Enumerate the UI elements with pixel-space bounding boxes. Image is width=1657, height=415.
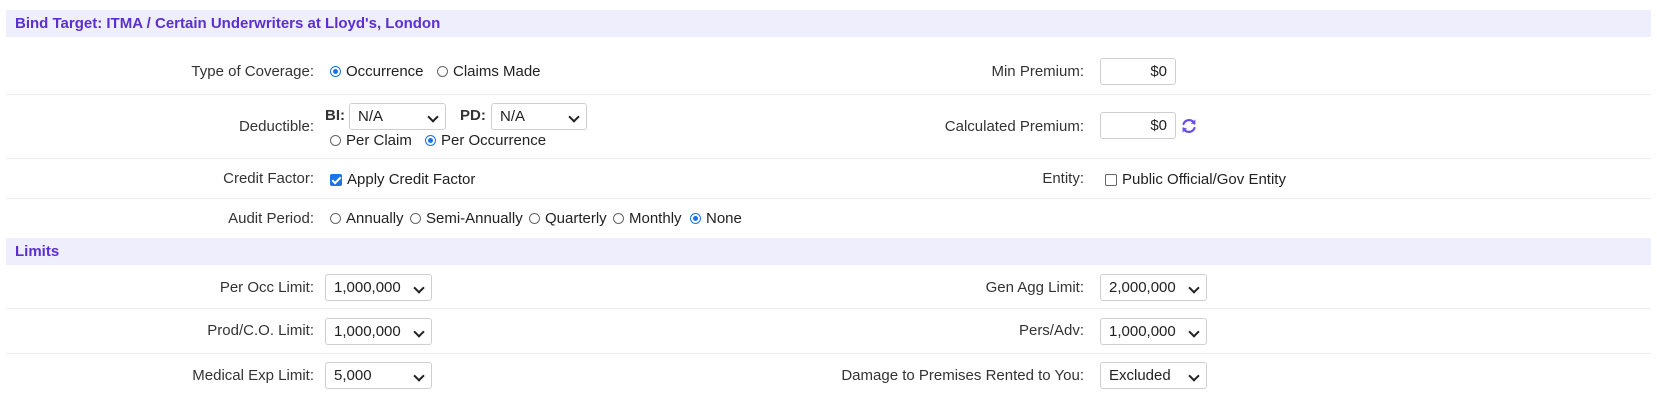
quarterly-label: Quarterly — [545, 210, 607, 227]
refresh-icon[interactable] — [1180, 117, 1198, 135]
limits-row-3: Medical Exp Limit: 5,000 Damage to Premi… — [6, 354, 1651, 398]
credit-factor-row: Credit Factor: Apply Credit Factor Entit… — [6, 159, 1651, 199]
public-official-option[interactable]: Public Official/Gov Entity — [1105, 171, 1286, 188]
pers-adv-label: Pers/Adv: — [1018, 322, 1084, 339]
public-official-label: Public Official/Gov Entity — [1122, 171, 1286, 188]
audit-semi-annually-option[interactable]: Semi-Annually — [410, 210, 523, 227]
apply-credit-factor-label: Apply Credit Factor — [347, 171, 476, 188]
calculated-premium-label: Calculated Premium: — [944, 118, 1084, 135]
per-claim-label: Per Claim — [346, 132, 412, 149]
gen-agg-limit-select[interactable]: 2,000,000 — [1100, 274, 1207, 301]
coverage-row: Type of Coverage: Occurrence Claims Made… — [6, 50, 1651, 95]
annually-radio[interactable] — [330, 213, 341, 224]
gen-agg-limit-value: 2,000,000 — [1109, 279, 1176, 296]
chevron-down-icon — [1188, 282, 1200, 294]
audit-monthly-option[interactable]: Monthly — [613, 210, 682, 227]
claims-made-radio[interactable] — [437, 66, 448, 77]
per-occurrence-option[interactable]: Per Occurrence — [425, 132, 546, 149]
damage-to-premises-label: Damage to Premises Rented to You: — [841, 367, 1084, 384]
pd-label: PD: — [460, 107, 486, 124]
public-official-checkbox[interactable] — [1105, 173, 1117, 186]
credit-factor-label: Credit Factor: — [223, 170, 314, 187]
limits-row-2: Prod/C.O. Limit: 1,000,000 Pers/Adv: 1,0… — [6, 309, 1651, 354]
gen-agg-limit-label: Gen Agg Limit: — [985, 279, 1084, 296]
per-claim-option[interactable]: Per Claim — [330, 132, 412, 149]
coverage-label: Type of Coverage: — [191, 63, 314, 80]
chevron-down-icon — [413, 326, 425, 338]
bind-target-header: Bind Target: ITMA / Certain Underwriters… — [6, 10, 1651, 37]
per-occ-limit-value: 1,000,000 — [334, 279, 401, 296]
medical-exp-limit-select[interactable]: 5,000 — [325, 362, 432, 389]
chevron-down-icon — [568, 111, 580, 123]
audit-period-row: Audit Period: Annually Semi-Annually Qua… — [6, 199, 1651, 237]
annually-label: Annually — [346, 210, 404, 227]
limits-header: Limits — [6, 238, 1651, 265]
none-radio[interactable] — [690, 213, 701, 224]
limits-row-1: Per Occ Limit: 1,000,000 Gen Agg Limit: … — [6, 265, 1651, 309]
prod-co-limit-label: Prod/C.O. Limit: — [207, 322, 314, 339]
audit-none-option[interactable]: None — [690, 210, 742, 227]
per-occurrence-label: Per Occurrence — [441, 132, 547, 149]
occurrence-label: Occurrence — [346, 63, 424, 80]
bi-label: BI: — [325, 107, 345, 124]
per-occ-limit-select[interactable]: 1,000,000 — [325, 274, 432, 301]
audit-period-label: Audit Period: — [228, 210, 314, 227]
chevron-down-icon — [427, 111, 439, 123]
apply-credit-factor-option[interactable]: Apply Credit Factor — [330, 171, 475, 188]
min-premium-input[interactable]: $0 — [1100, 58, 1176, 85]
pd-deductible-select[interactable]: N/A — [491, 103, 587, 130]
none-label: None — [706, 210, 742, 227]
deductible-label: Deductible: — [238, 118, 314, 135]
pd-deductible-value: N/A — [500, 108, 526, 125]
per-occurrence-radio[interactable] — [425, 135, 436, 146]
per-claim-radio[interactable] — [330, 135, 341, 146]
claims-made-label: Claims Made — [453, 63, 541, 80]
bi-deductible-value: N/A — [358, 108, 384, 125]
calculated-premium-input[interactable]: $0 — [1100, 112, 1176, 139]
damage-to-premises-select[interactable]: Excluded — [1100, 362, 1207, 389]
pers-adv-select[interactable]: 1,000,000 — [1100, 318, 1207, 345]
medical-exp-limit-label: Medical Exp Limit: — [192, 367, 314, 384]
semi-annually-radio[interactable] — [410, 213, 421, 224]
per-occ-limit-label: Per Occ Limit: — [219, 279, 314, 296]
chevron-down-icon — [1188, 370, 1200, 382]
monthly-radio[interactable] — [613, 213, 624, 224]
audit-annually-option[interactable]: Annually — [330, 210, 404, 227]
occurrence-radio[interactable] — [330, 66, 341, 77]
coverage-occurrence-option[interactable]: Occurrence — [330, 63, 424, 80]
quarterly-radio[interactable] — [529, 213, 540, 224]
chevron-down-icon — [413, 282, 425, 294]
prod-co-limit-value: 1,000,000 — [334, 323, 401, 340]
audit-quarterly-option[interactable]: Quarterly — [529, 210, 607, 227]
deductible-row: Deductible: BI: N/A PD: N/A Per Claim Pe… — [6, 95, 1651, 159]
chevron-down-icon — [413, 370, 425, 382]
apply-credit-factor-checkbox[interactable] — [330, 173, 342, 186]
pers-adv-value: 1,000,000 — [1109, 323, 1176, 340]
bi-deductible-select[interactable]: N/A — [349, 103, 446, 130]
coverage-claims-made-option[interactable]: Claims Made — [437, 63, 541, 80]
medical-exp-limit-value: 5,000 — [334, 367, 372, 384]
semi-annually-label: Semi-Annually — [426, 210, 523, 227]
entity-label: Entity: — [1042, 170, 1084, 187]
monthly-label: Monthly — [629, 210, 682, 227]
min-premium-label: Min Premium: — [991, 63, 1084, 80]
chevron-down-icon — [1188, 326, 1200, 338]
bind-form: Bind Target: ITMA / Certain Underwriters… — [0, 0, 1657, 415]
damage-to-premises-value: Excluded — [1109, 367, 1171, 384]
prod-co-limit-select[interactable]: 1,000,000 — [325, 318, 432, 345]
